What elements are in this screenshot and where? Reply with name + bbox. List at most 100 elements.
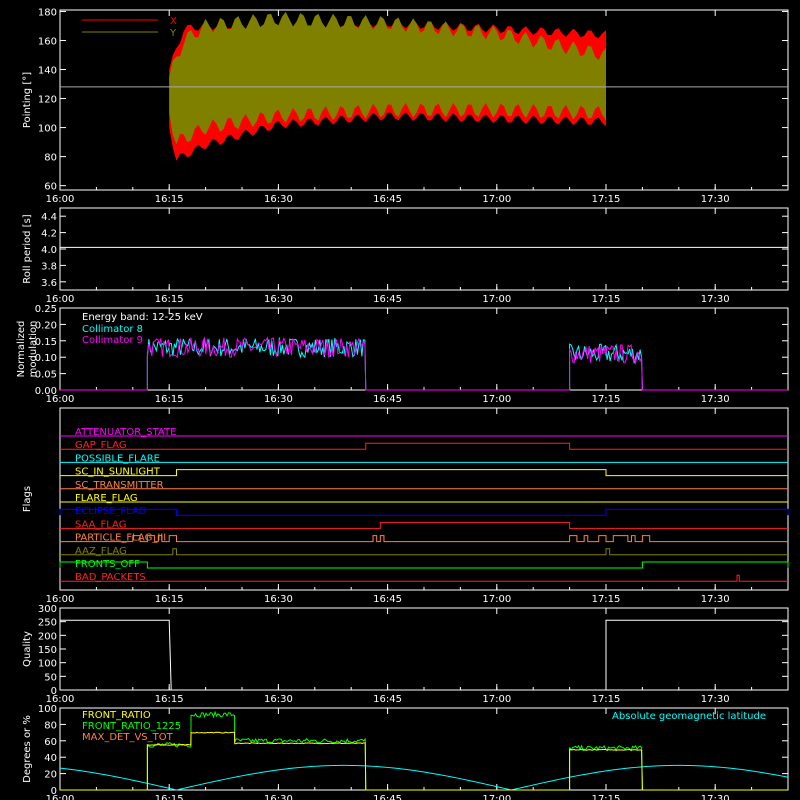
x-tick-label: 16:45	[373, 394, 402, 405]
energy-band-label: Energy band: 12-25 keV	[82, 312, 203, 323]
x-tick-label: 17:30	[701, 194, 730, 205]
y-tick-label: 180	[38, 7, 57, 18]
y-axis-label: Flags	[22, 486, 33, 512]
legend-label: Collimator 9	[82, 335, 143, 346]
y-axis-label: Degrees or %	[22, 715, 33, 783]
flag-line-SAA_FLAG	[60, 521, 788, 529]
flag-label: AAZ_FLAG	[75, 546, 127, 557]
x-tick-label: 16:30	[264, 294, 293, 305]
x-tick-label: 17:15	[592, 394, 621, 405]
flag-line-BAD_PACKETS	[60, 574, 788, 582]
flag-label: ECLIPSE_FLAG	[75, 506, 146, 517]
x-tick-label: 17:30	[701, 394, 730, 405]
x-tick-label: 17:30	[701, 694, 730, 705]
y-tick-label: 40	[44, 753, 57, 764]
y-tick-label: 250	[38, 618, 57, 629]
y-tick-label: 300	[38, 604, 57, 615]
x-tick-label: 17:15	[592, 194, 621, 205]
y-tick-label: 0.00	[35, 386, 57, 397]
y-axis-label: Roll period [s]	[22, 214, 33, 283]
x-tick-label: 16:45	[373, 294, 402, 305]
flag-label: POSSIBLE_FLARE	[75, 453, 160, 464]
flag-label: GAP_FLAG	[75, 440, 127, 451]
y-tick-label: 150	[38, 645, 57, 656]
legend-label: FRONT_RATIO_1225	[82, 721, 181, 732]
x-tick-label: 16:30	[264, 794, 293, 800]
y-axis-label: modulation	[28, 321, 39, 378]
y-tick-label: 3.6	[41, 278, 57, 289]
x-tick-label: 17:30	[701, 794, 730, 800]
flag-label: SC_IN_SUNLIGHT	[75, 467, 161, 478]
annotation-label: Absolute geomagnetic latitude	[612, 711, 766, 722]
x-tick-label: 17:00	[482, 394, 511, 405]
y-axis-label: Pointing [°]	[22, 72, 33, 128]
x-tick-label: 16:45	[373, 194, 402, 205]
y-tick-label: 0	[51, 786, 57, 797]
x-tick-label: 16:30	[264, 694, 293, 705]
y-tick-label: 50	[44, 672, 57, 683]
flag-label: ATTENUATOR_STATE	[75, 427, 176, 438]
x-tick-label: 17:15	[592, 294, 621, 305]
x-tick-label: 17:30	[701, 294, 730, 305]
chart-canvas: 16:00 16:15 16:30 16:45 17:00 17:15 17:30 60 80 1…	[16, 7, 789, 800]
x-tick-label: 16:15	[155, 694, 184, 705]
legend-label: MAX_DET_VS_TOT	[82, 732, 174, 743]
flag-line-ECLIPSE_FLAG	[59, 508, 789, 516]
y-tick-label: 60	[44, 182, 57, 193]
y-tick-label: 100	[38, 704, 57, 715]
x-tick-label: 17:30	[701, 594, 730, 605]
flag-label: FLARE_FLAG	[75, 493, 138, 504]
x-tick-label: 16:45	[373, 794, 402, 800]
x-tick-label: 16:30	[264, 394, 293, 405]
x-tick-label: 16:15	[155, 194, 184, 205]
flag-line-FRONTS_OFF	[59, 561, 789, 569]
x-tick-label: 16:45	[373, 594, 402, 605]
y-tick-label: 4.4	[41, 212, 57, 223]
y-tick-label: 100	[38, 124, 57, 135]
x-tick-label: 16:15	[155, 594, 184, 605]
flag-line-GAP_FLAG	[60, 442, 788, 450]
legend-label: Y	[169, 28, 177, 39]
x-tick-label: 17:00	[482, 194, 511, 205]
x-tick-label: 17:00	[482, 794, 511, 800]
y-axis-label: Normalized	[16, 321, 27, 378]
y-tick-label: 0	[51, 686, 57, 697]
flag-line-PARTICLE_FLAG_III	[60, 535, 788, 543]
y-tick-label: 100	[38, 659, 57, 670]
y-tick-label: 4.2	[41, 229, 57, 240]
legend-label: Collimator 8	[82, 324, 143, 335]
panel-frame-roll	[59, 207, 789, 291]
x-tick-label: 16:00	[46, 194, 75, 205]
flag-line-AAZ_FLAG	[60, 548, 788, 556]
x-tick-label: 17:15	[592, 794, 621, 800]
y-tick-label: 0.25	[35, 304, 57, 315]
flag-label: PARTICLE_FLAG_III	[75, 533, 166, 544]
y-tick-label: 80	[44, 153, 57, 164]
y-tick-label: 4.0	[41, 245, 57, 256]
x-tick-label: 17:00	[482, 594, 511, 605]
y-tick-label: 60	[44, 737, 57, 748]
flag-label: FRONTS_OFF	[75, 559, 140, 570]
x-tick-label: 17:15	[592, 594, 621, 605]
x-tick-label: 17:00	[482, 694, 511, 705]
x-tick-label: 16:15	[155, 294, 184, 305]
flag-label: SC_TRANSMITTER	[75, 480, 164, 491]
y-tick-label: 140	[38, 66, 57, 77]
y-tick-label: 3.8	[41, 261, 57, 272]
y-tick-label: 20	[44, 770, 57, 781]
x-tick-label: 16:15	[155, 394, 184, 405]
x-tick-label: 16:30	[264, 194, 293, 205]
flag-label: BAD_PACKETS	[75, 572, 146, 583]
x-tick-label: 17:15	[592, 694, 621, 705]
quality-line	[60, 619, 788, 691]
flag-line-SC_IN_SUNLIGHT	[60, 469, 788, 477]
y-tick-label: 80	[44, 720, 57, 731]
flag-label: SAA_FLAG	[75, 519, 126, 530]
y-tick-label: 200	[38, 631, 57, 642]
x-tick-label: 16:45	[373, 694, 402, 705]
x-tick-label: 17:00	[482, 294, 511, 305]
legend-label: X	[170, 16, 177, 27]
y-axis-label: Quality	[22, 631, 33, 667]
x-tick-label: 16:15	[155, 794, 184, 800]
legend-label: FRONT_RATIO	[82, 710, 151, 721]
